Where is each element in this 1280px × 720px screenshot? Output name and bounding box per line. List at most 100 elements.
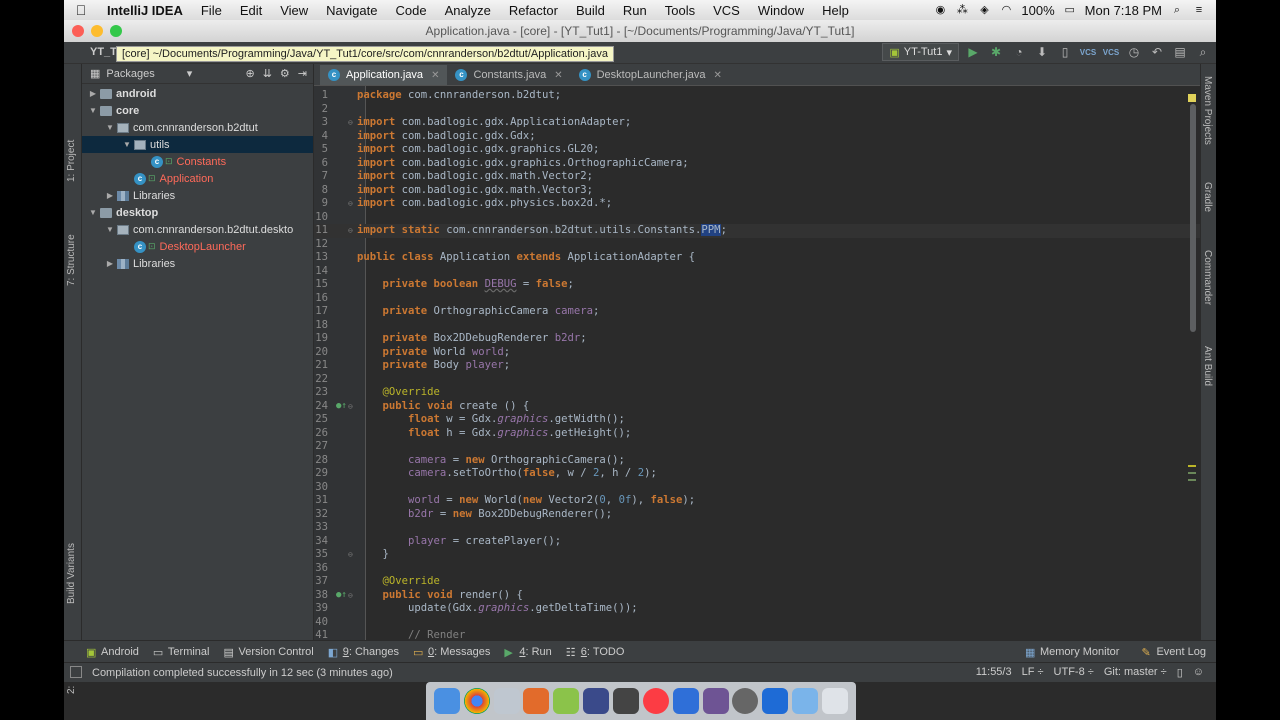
caret-position[interactable]: 11:55/3 bbox=[976, 666, 1012, 679]
tree-item[interactable]: ▼ core bbox=[82, 102, 313, 119]
tree-item[interactable]: ▶ Libraries bbox=[82, 187, 313, 204]
firefox-icon[interactable] bbox=[523, 688, 550, 714]
app-store-icon[interactable] bbox=[672, 688, 699, 714]
wifi-icon[interactable]: ◠ bbox=[999, 4, 1013, 16]
collapse-arrow-icon[interactable]: ▼ bbox=[120, 140, 134, 149]
zoom-window-button[interactable] bbox=[110, 25, 122, 37]
code-lines[interactable]: 1 package com.cnnranderson.b2dtut; 2 3 ⊖ im… bbox=[314, 89, 1200, 640]
code-line[interactable]: 36 bbox=[314, 562, 1200, 576]
system-preferences-icon[interactable] bbox=[732, 688, 759, 714]
maven-projects-tool-tab[interactable]: Maven Projects bbox=[1202, 76, 1213, 145]
apps-icon[interactable]: ⁂ bbox=[955, 4, 969, 16]
messages-tool-button[interactable]: ▭ 0: Messages bbox=[413, 646, 490, 660]
code-line[interactable]: 34 player = createPlayer(); bbox=[314, 535, 1200, 549]
history-icon[interactable]: ◷ bbox=[1125, 43, 1143, 61]
code-line[interactable]: 19 private Box2DDebugRenderer b2dr; bbox=[314, 332, 1200, 346]
hide-panel-icon[interactable]: ⇥ bbox=[298, 67, 307, 80]
finder-icon[interactable] bbox=[433, 688, 460, 714]
file-encoding[interactable]: UTF-8 ÷ bbox=[1054, 666, 1094, 679]
error-stripe-marker[interactable] bbox=[1188, 465, 1196, 467]
build-variants-tool-tab[interactable]: Build Variants bbox=[66, 543, 77, 604]
code-line[interactable]: 28 camera = new OrthographicCamera(); bbox=[314, 454, 1200, 468]
menu-window[interactable]: Window bbox=[749, 3, 813, 18]
code-line[interactable]: 23 @Override bbox=[314, 386, 1200, 400]
todo-tool-button[interactable]: ☷ 6: TODO bbox=[566, 646, 625, 660]
code-line[interactable]: 30 bbox=[314, 481, 1200, 495]
sdk-manager-icon[interactable]: ⬇ bbox=[1033, 43, 1051, 61]
code-line[interactable]: 33 bbox=[314, 521, 1200, 535]
collapse-all-icon[interactable]: ⇊ bbox=[263, 67, 272, 80]
menu-code[interactable]: Code bbox=[386, 3, 435, 18]
code-line[interactable]: 29 camera.setToOrtho(false, w / 2, h / 2… bbox=[314, 467, 1200, 481]
inspector-icon[interactable]: ☺ bbox=[1193, 666, 1204, 679]
avd-manager-icon[interactable]: ▯ bbox=[1056, 43, 1074, 61]
github-icon[interactable] bbox=[702, 688, 729, 714]
run-tool-button[interactable]: ▶ 4: Run bbox=[504, 646, 551, 660]
code-line[interactable]: 17 private OrthographicCamera camera; bbox=[314, 305, 1200, 319]
code-line[interactable]: 18 bbox=[314, 319, 1200, 333]
expand-arrow-icon[interactable]: ▶ bbox=[103, 191, 117, 200]
tree-item[interactable]: ▶ android bbox=[82, 85, 313, 102]
ant-build-tool-tab[interactable]: Ant Build bbox=[1202, 346, 1213, 386]
project-view-select[interactable]: Packages bbox=[106, 68, 154, 80]
chrome-icon[interactable] bbox=[463, 688, 490, 714]
inbox-icon[interactable] bbox=[612, 688, 639, 714]
collapse-arrow-icon[interactable]: ▼ bbox=[103, 123, 117, 132]
line-separator[interactable]: LF ÷ bbox=[1022, 666, 1044, 679]
code-line[interactable]: 4 import com.badlogic.gdx.Gdx; bbox=[314, 130, 1200, 144]
code-line[interactable]: 24 ●↑ ⊖ public void create () { bbox=[314, 400, 1200, 414]
menubar-clock[interactable]: Mon 7:18 PM bbox=[1085, 3, 1162, 18]
run-configuration-select[interactable]: ▣ YT-Tut1 ▾ bbox=[882, 43, 959, 61]
code-line[interactable]: 32 b2dr = new Box2DDebugRenderer(); bbox=[314, 508, 1200, 522]
menu-vcs[interactable]: VCS bbox=[704, 3, 749, 18]
gradle-tool-tab[interactable]: Gradle bbox=[1202, 182, 1213, 212]
close-icon[interactable]: ✕ bbox=[554, 70, 562, 81]
changes-tool-button[interactable]: ◧ 9: Changes bbox=[328, 646, 399, 660]
tree-item[interactable]: ▶ Libraries bbox=[82, 255, 313, 272]
code-line[interactable]: 41 // Render bbox=[314, 629, 1200, 640]
code-line[interactable]: 15 private boolean DEBUG = false; bbox=[314, 278, 1200, 292]
menu-analyze[interactable]: Analyze bbox=[436, 3, 500, 18]
debug-icon[interactable]: ✱ bbox=[987, 43, 1005, 61]
tree-item[interactable]: c ⊡ Application bbox=[82, 170, 313, 187]
scroll-from-source-icon[interactable]: ⊕ bbox=[245, 67, 254, 80]
close-icon[interactable]: ✕ bbox=[713, 70, 721, 81]
downloads-folder-icon[interactable] bbox=[792, 688, 819, 714]
code-line-current[interactable]: 11 ⊖ import static com.cnnranderson.b2dtut… bbox=[314, 224, 1200, 238]
menu-app[interactable]: IntelliJ IDEA bbox=[98, 3, 192, 18]
code-line[interactable]: 27 bbox=[314, 440, 1200, 454]
menu-run[interactable]: Run bbox=[614, 3, 656, 18]
menu-refactor[interactable]: Refactor bbox=[500, 3, 567, 18]
error-stripe-marker[interactable] bbox=[1188, 472, 1196, 474]
tree-item[interactable]: c ⊡ DesktopLauncher bbox=[82, 238, 313, 255]
spotlight-icon[interactable]: ⌕ bbox=[1170, 4, 1184, 16]
battery-icon[interactable]: ▭ bbox=[1063, 4, 1077, 16]
git-branch[interactable]: Git: master ÷ bbox=[1104, 666, 1167, 679]
chevron-down-icon[interactable]: ▾ bbox=[187, 67, 193, 80]
code-line[interactable]: 35 ⊖ } bbox=[314, 548, 1200, 562]
editor-scrollbar[interactable] bbox=[1190, 104, 1196, 332]
version-control-tool-button[interactable]: ▤ Version Control bbox=[224, 646, 314, 660]
code-line[interactable]: 8 import com.badlogic.gdx.math.Vector3; bbox=[314, 184, 1200, 198]
code-line[interactable]: 38 ●↑ ⊖ public void render() { bbox=[314, 589, 1200, 603]
code-line[interactable]: 5 import com.badlogic.gdx.graphics.GL20; bbox=[314, 143, 1200, 157]
menu-build[interactable]: Build bbox=[567, 3, 614, 18]
code-line[interactable]: 9 ⊖ import com.badlogic.gdx.physics.box2d.… bbox=[314, 197, 1200, 211]
code-line[interactable]: 37 @Override bbox=[314, 575, 1200, 589]
memory-monitor-tool-button[interactable]: ▦ Memory Monitor bbox=[1025, 646, 1119, 660]
sourcetree-icon[interactable] bbox=[583, 688, 610, 714]
code-line[interactable]: 3 ⊖ import com.badlogic.gdx.ApplicationAda… bbox=[314, 116, 1200, 130]
code-line[interactable]: 39 update(Gdx.graphics.getDeltaTime()); bbox=[314, 602, 1200, 616]
gear-icon[interactable]: ⚙ bbox=[280, 67, 290, 80]
revert-icon[interactable]: ↶ bbox=[1148, 43, 1166, 61]
search-icon[interactable]: ⌕ bbox=[1194, 43, 1212, 61]
collapse-arrow-icon[interactable]: ▼ bbox=[86, 106, 100, 115]
code-line[interactable]: 2 bbox=[314, 103, 1200, 117]
record-icon[interactable]: ◉ bbox=[933, 4, 947, 16]
code-line[interactable]: 20 private World world; bbox=[314, 346, 1200, 360]
breadcrumb-project[interactable]: YT_T bbox=[90, 46, 117, 58]
trash-icon[interactable] bbox=[821, 688, 848, 714]
itunes-icon[interactable] bbox=[642, 688, 669, 714]
code-line[interactable]: 31 world = new World(new Vector2(0, 0f),… bbox=[314, 494, 1200, 508]
code-editor[interactable]: 1 package com.cnnranderson.b2dtut; 2 3 ⊖ im… bbox=[314, 86, 1200, 640]
